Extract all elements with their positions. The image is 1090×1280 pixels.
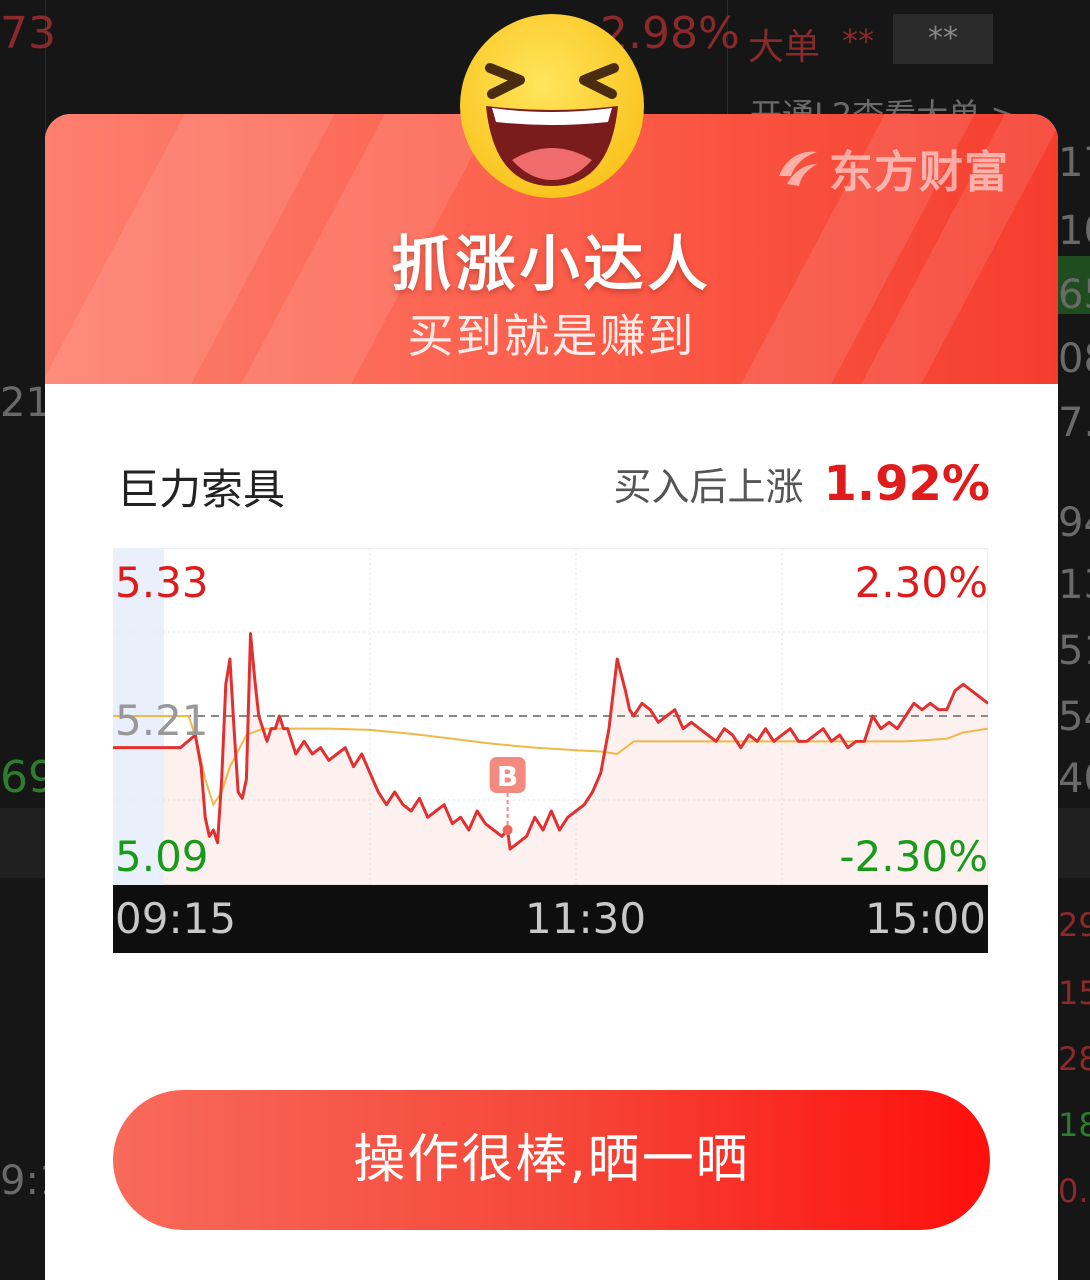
gain-label: 买入后上涨 (613, 465, 804, 509)
buy-marker-label: B (497, 760, 518, 793)
brand-mark-icon (779, 151, 817, 186)
y-tick-label: 5.09 (115, 832, 209, 881)
share-button[interactable]: 操作很棒,晒一晒 (113, 1090, 990, 1230)
achievement-modal: 东方财富 抓涨小达人 买到就是赚到 巨力索具 买入后上涨 1.92% B 5.3… (45, 114, 1058, 1280)
bg-right-val: 28 (1058, 1040, 1090, 1078)
bg-right-val: 17 (1058, 140, 1090, 186)
bg-right-val: 0.1 (1058, 1172, 1090, 1210)
bg-right-val: 7.6 (1058, 400, 1090, 446)
bg-right-val: 18 (1058, 1106, 1090, 1144)
brand-name: 东方财富 (829, 147, 1009, 198)
gain-value: 1.92% (823, 456, 990, 512)
y-tick-label: 5.33 (115, 558, 209, 607)
gain-summary: 买入后上涨 1.92% (613, 456, 990, 512)
intraday-chart: B 5.33 5.21 5.09 2.30% -2.30% 09:15 11:3… (113, 548, 988, 953)
pct-tick-label: 2.30% (854, 558, 988, 607)
x-tick-label: 15:00 (864, 894, 986, 943)
stock-name: 巨力索具 (117, 465, 286, 514)
y-tick-label: 5.21 (115, 696, 209, 745)
buy-point-dot (502, 825, 513, 835)
bg-top-price: 73 (0, 8, 56, 59)
bg-right-val: 13 (1058, 562, 1090, 608)
brand-logo: 东方财富 (773, 138, 1009, 198)
laughing-face-icon (460, 14, 644, 198)
bg-right-val: 29 (1058, 906, 1090, 944)
time-axis: 09:15 11:30 15:00 (113, 885, 988, 953)
bg-big-order-label: 大单 (748, 27, 821, 68)
bg-row (1058, 808, 1090, 878)
bg-right-val: 15 (1058, 974, 1090, 1012)
pct-tick-label: -2.30% (839, 832, 988, 881)
bg-right-val: 10 (1058, 208, 1090, 254)
x-tick-label: 09:15 (115, 894, 237, 943)
bg-right-val: 65 (1058, 272, 1090, 318)
modal-title: 抓涨小达人 (391, 230, 712, 300)
bg-right-val: 40 (1058, 756, 1090, 802)
bg-row (0, 808, 45, 878)
bg-right-val: 51 (1058, 628, 1090, 674)
bg-big-order-value: ** (842, 22, 874, 60)
bg-big-order-badge: ** (893, 14, 993, 64)
bg-right-val: 54 (1058, 694, 1090, 740)
x-tick-label: 11:30 (525, 894, 647, 943)
bg-right-val: 94 (1058, 500, 1090, 546)
bg-left-price: 21 (0, 380, 51, 426)
modal-subtitle: 买到就是赚到 (407, 309, 696, 363)
bg-right-val: 08 (1058, 336, 1090, 382)
